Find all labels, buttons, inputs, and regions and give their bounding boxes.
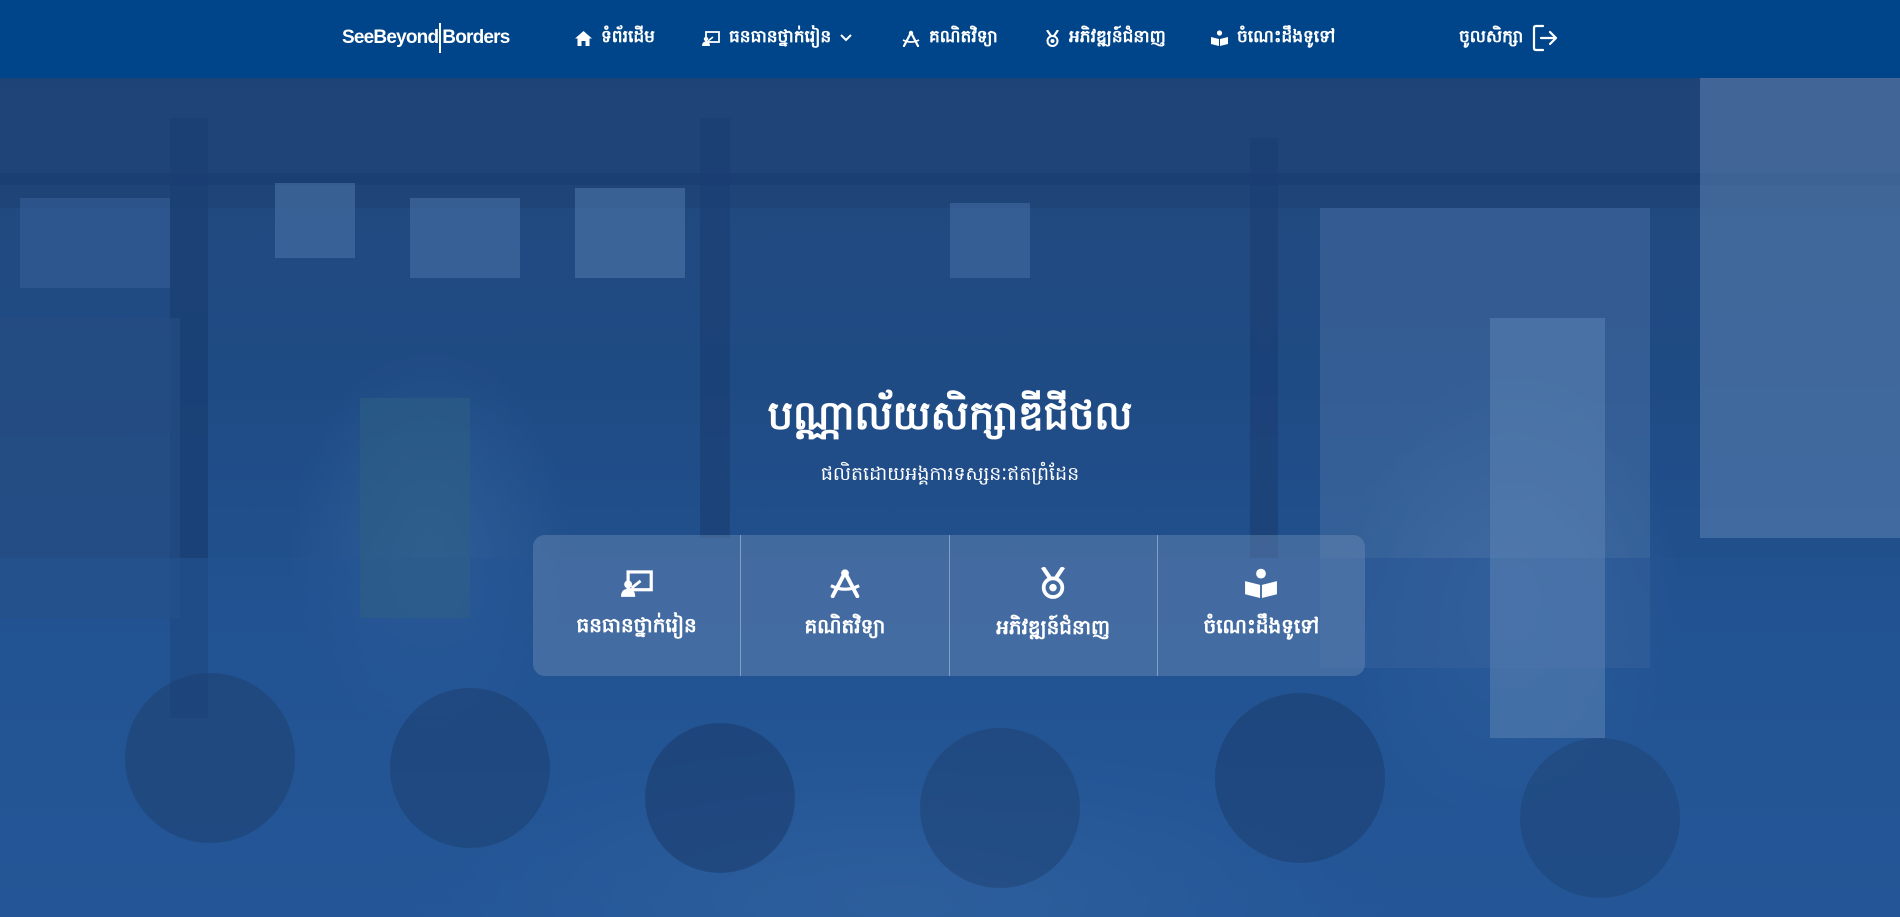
- nav-math[interactable]: គណិតវិទ្យា: [902, 24, 998, 52]
- nav-skills[interactable]: អភិវឌ្ឍន៍ជំនាញ: [1045, 24, 1166, 52]
- seebeyondborders-logo[interactable]: SeeBeyond Borders: [342, 22, 510, 54]
- logo-divider: [439, 23, 442, 53]
- card-skills[interactable]: អភិវឌ្ឍន៍ជំនាញ: [950, 535, 1158, 676]
- top-navbar: SeeBeyond Borders ទំព័រដើម ធនធានថ្នាក់រៀន…: [0, 0, 1900, 78]
- card-math-label: គណិតវិទ្យា: [804, 614, 886, 638]
- category-cards: ធនធានថ្នាក់រៀន គណិតវិទ្យា អភិវឌ្ឍន៍ជំនាញ…: [533, 535, 1365, 676]
- book-reader-icon: [1211, 30, 1228, 46]
- compass-icon: [829, 568, 861, 603]
- hero-section: [0, 78, 1900, 917]
- card-lessons[interactable]: ធនធានថ្នាក់រៀន: [533, 535, 742, 676]
- nav-lessons-label: ធនធានថ្នាក់រៀន: [729, 26, 832, 47]
- compass-icon: [902, 30, 920, 47]
- classroom-icon: [620, 569, 653, 602]
- card-general[interactable]: ចំណេះដឹងទូទៅ: [1158, 535, 1365, 676]
- nav-general-label: ចំណេះដឹងទូទៅ: [1237, 26, 1336, 47]
- book-reader-icon: [1245, 568, 1278, 603]
- chevron-down-icon: [840, 34, 852, 42]
- login-link[interactable]: ចូលសិក្សា: [1459, 24, 1558, 52]
- card-math[interactable]: គណិតវិទ្យា: [741, 535, 950, 676]
- card-general-label: ចំណេះដឹងទូទៅ: [1203, 614, 1320, 638]
- card-skills-label: អភិវឌ្ឍន៍ជំនាញ: [996, 615, 1111, 639]
- logo-text-left: SeeBeyond: [342, 27, 439, 48]
- nav-home[interactable]: ទំព័រដើម: [575, 24, 655, 52]
- card-lessons-label: ធនធានថ្នាក់រៀន: [576, 612, 697, 637]
- nav-skills-label: អភិវឌ្ឍន៍ជំនាញ: [1069, 26, 1166, 47]
- medal-icon: [1039, 565, 1067, 604]
- classroom-icon: [702, 30, 720, 46]
- medal-icon: [1045, 29, 1060, 47]
- logout-icon: [1532, 24, 1558, 52]
- hero-title: បណ្ណាល័យសិក្សាឌីជីថល: [767, 393, 1133, 439]
- nav-home-label: ទំព័រដើម: [601, 26, 655, 47]
- logo-text-right: Borders: [442, 27, 510, 48]
- home-icon: [575, 30, 592, 46]
- hero-overlay: [0, 78, 1900, 917]
- login-label: ចូលសិក្សា: [1459, 26, 1524, 47]
- nav-general[interactable]: ចំណេះដឹងទូទៅ: [1211, 24, 1335, 52]
- hero-subtitle: ផលិតដោយអង្គការទស្សនៈឥតព្រំដែន: [820, 463, 1080, 485]
- nav-lessons[interactable]: ធនធានថ្នាក់រៀន: [702, 24, 852, 52]
- nav-math-label: គណិតវិទ្យា: [929, 26, 998, 47]
